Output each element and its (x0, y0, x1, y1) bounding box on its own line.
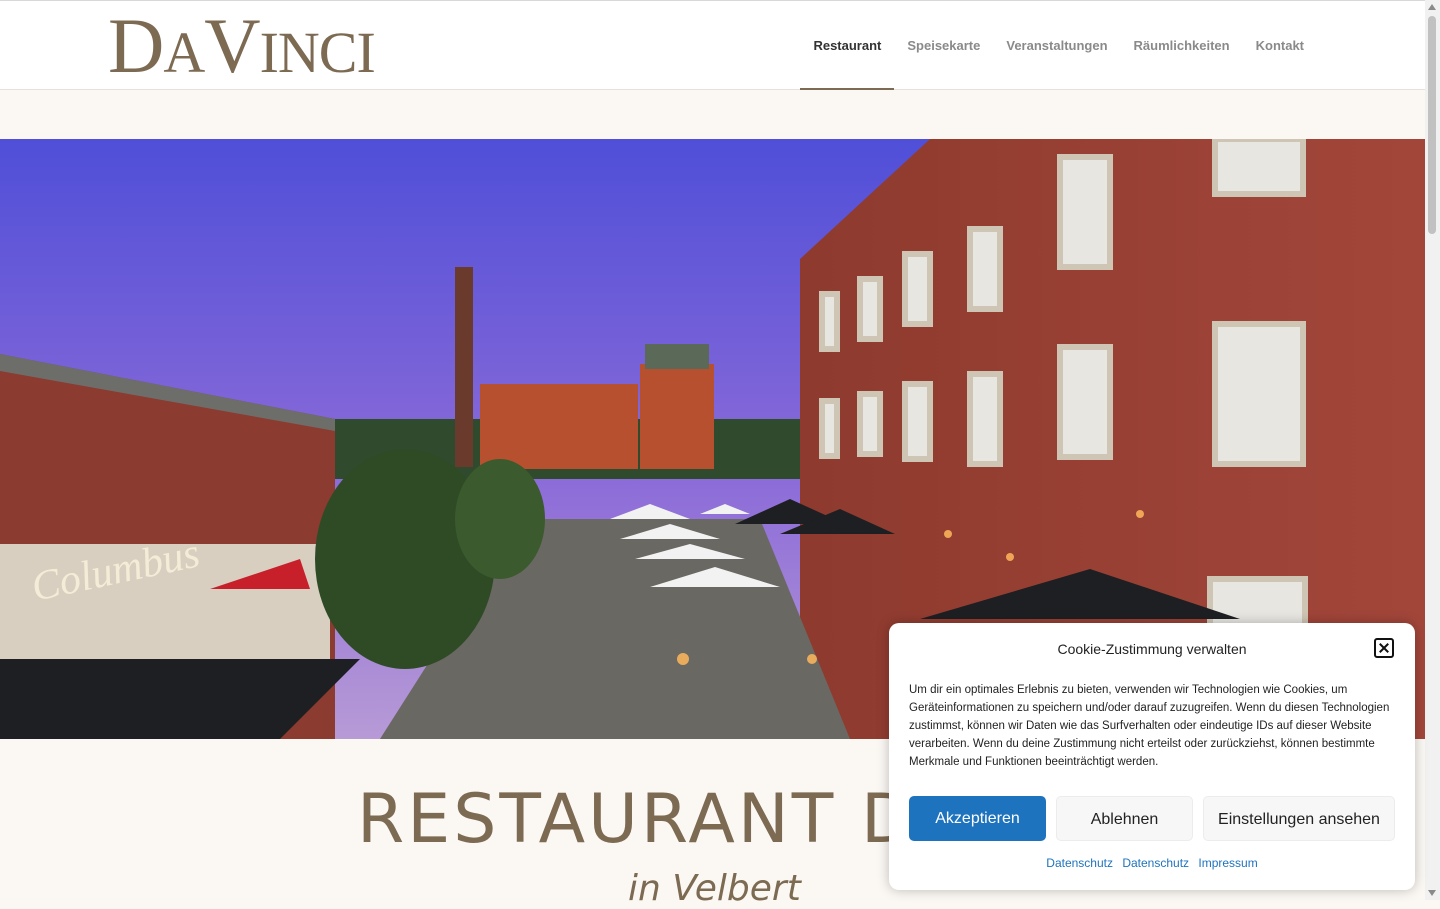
cookie-links: Datenschutz Datenschutz Impressum (889, 856, 1415, 870)
site-header: D A V INCI Restaurant Speisekarte Verans… (0, 0, 1425, 90)
nav-item-speisekarte[interactable]: Speisekarte (894, 1, 993, 89)
scroll-down-arrow-icon[interactable] (1428, 890, 1436, 896)
close-icon[interactable] (1374, 638, 1394, 658)
scrollbar-thumb[interactable] (1428, 16, 1436, 234)
imprint-link[interactable]: Impressum (1198, 856, 1257, 870)
privacy-link[interactable]: Datenschutz (1122, 856, 1189, 870)
nav-item-veranstaltungen[interactable]: Veranstaltungen (993, 1, 1120, 89)
cookie-consent-dialog: Cookie-Zustimmung verwalten Um dir ein o… (889, 623, 1415, 890)
scroll-up-arrow-icon[interactable] (1428, 4, 1436, 10)
privacy-link[interactable]: Datenschutz (1046, 856, 1113, 870)
logo-letter: INCI (259, 20, 376, 85)
logo-letter: D (108, 2, 164, 89)
logo-letter: V (204, 2, 260, 89)
cookie-dialog-text: Um dir ein optimales Erlebnis zu bieten,… (909, 684, 1390, 768)
page-subline: in Velbert (628, 868, 801, 909)
accept-button[interactable]: Akzeptieren (909, 796, 1046, 841)
page-headline: RESTAURANT DA (357, 780, 965, 859)
cookie-dialog-title: Cookie-Zustimmung verwalten (1057, 641, 1247, 657)
nav-item-kontakt[interactable]: Kontakt (1243, 1, 1317, 89)
logo-letter: A (163, 20, 205, 85)
page-scrollbar[interactable] (1425, 0, 1440, 900)
nav-item-raeumlichkeiten[interactable]: Räumlichkeiten (1121, 1, 1243, 89)
main-nav: Restaurant Speisekarte Veranstaltungen R… (800, 1, 1317, 90)
nav-item-restaurant[interactable]: Restaurant (800, 1, 895, 90)
settings-button[interactable]: Einstellungen ansehen (1203, 796, 1395, 841)
davinci-logo[interactable]: D A V INCI (108, 2, 376, 89)
deny-button[interactable]: Ablehnen (1056, 796, 1193, 841)
